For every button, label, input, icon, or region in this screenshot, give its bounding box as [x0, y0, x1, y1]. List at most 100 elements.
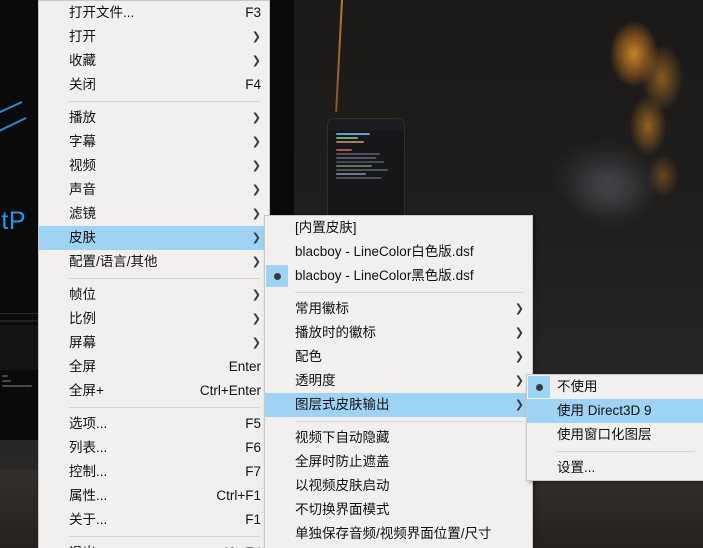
menu-item-不使用[interactable]: 不使用 — [527, 375, 703, 399]
menu-item-皮肤[interactable]: 皮肤 ❯ — [39, 226, 269, 250]
menu-item-gutter — [265, 426, 295, 450]
menu-item-label: 不切换界面模式 — [295, 502, 390, 517]
menu-item-gutter — [39, 154, 69, 178]
menu-item-label: 全屏时防止遮盖 — [295, 454, 390, 469]
menu-item-gutter — [39, 130, 69, 154]
menu-item-label: 打开 — [69, 29, 96, 44]
menu-separator — [295, 292, 523, 293]
code-line — [336, 177, 382, 179]
menu-item-全屏[interactable]: 全屏+ Ctrl+Enter — [39, 379, 269, 403]
code-line — [336, 141, 364, 143]
menu-item-单独保存音频-视频界面位置-尺寸[interactable]: 单独保存音频/视频界面位置/尺寸 — [265, 522, 532, 546]
menu-item-收藏[interactable]: 收藏 ❯ — [39, 49, 269, 73]
radio-selected-icon — [528, 376, 550, 398]
menu-item-gutter — [39, 178, 69, 202]
menu-item-内置皮肤[interactable]: [内置皮肤] — [265, 216, 532, 240]
menu-item-gutter — [39, 49, 69, 73]
menu-item-label: 帧位 — [69, 287, 96, 302]
menu-item-视频[interactable]: 视频 ❯ — [39, 154, 269, 178]
skin-submenu[interactable]: [内置皮肤] blacboy - LineColor白色版.dsf blacboy … — [264, 215, 533, 548]
code-line — [336, 133, 370, 135]
main-context-menu[interactable]: 打开文件... F3 打开 ❯ 收藏 ❯ 关闭 F4 播放 ❯ 字幕 ❯ 视频 ❯ 声音 ❯ 滤镜 ❯ 皮肤 ❯ 配置/… — [38, 0, 270, 548]
menu-item-label: 单独保存音频/视频界面位置/尺寸 — [295, 526, 492, 541]
menu-item-播放时的徽标[interactable]: 播放时的徽标 ❯ — [265, 321, 532, 345]
menu-item-配置-语言-其他[interactable]: 配置/语言/其他 ❯ — [39, 250, 269, 274]
chevron-right-icon: ❯ — [251, 312, 261, 325]
menu-item-选项[interactable]: 选项... F5 — [39, 412, 269, 436]
menu-item-以视频皮肤启动[interactable]: 以视频皮肤启动 — [265, 474, 532, 498]
menu-item-blacboy-linecolor黑色版-dsf[interactable]: blacboy - LineColor黑色版.dsf — [265, 264, 532, 288]
menu-item-不切换界面模式[interactable]: 不切换界面模式 — [265, 498, 532, 522]
chevron-right-icon: ❯ — [251, 159, 261, 172]
menu-item-gutter — [527, 423, 557, 447]
menu-item-label: [内置皮肤] — [295, 220, 357, 235]
menu-item-blacboy-linecolor白色版-dsf[interactable]: blacboy - LineColor白色版.dsf — [265, 240, 532, 264]
menu-item-shortcut: Enter — [228, 359, 261, 374]
chevron-right-icon: ❯ — [251, 288, 261, 301]
menu-item-打开[interactable]: 打开 ❯ — [39, 25, 269, 49]
menu-item-使用窗口化图层[interactable]: 使用窗口化图层 — [527, 423, 703, 447]
radio-dot — [535, 383, 543, 391]
menu-item-控制[interactable]: 控制... F7 — [39, 460, 269, 484]
menu-item-label: 控制... — [69, 464, 108, 479]
menu-item-gutter — [265, 297, 295, 321]
menu-item-gutter — [527, 456, 557, 480]
menu-item-label: 全屏 — [69, 359, 96, 374]
menu-separator — [69, 101, 260, 102]
menu-item-gutter — [265, 474, 295, 498]
menu-item-声音[interactable]: 声音 ❯ — [39, 178, 269, 202]
menu-item-全屏时防止遮盖[interactable]: 全屏时防止遮盖 — [265, 450, 532, 474]
menu-item-属性[interactable]: 属性... Ctrl+F1 — [39, 484, 269, 508]
menu-item-使用-direct3d-9[interactable]: 使用 Direct3D 9 — [527, 399, 703, 423]
menu-item-label: 比例 — [69, 311, 96, 326]
menu-item-shortcut: F3 — [245, 5, 261, 20]
code-line — [336, 161, 384, 163]
code-line — [336, 157, 376, 159]
menu-item-label: 打开文件... — [69, 5, 135, 20]
menu-item-屏幕[interactable]: 屏幕 ❯ — [39, 331, 269, 355]
menu-separator — [69, 536, 260, 537]
menu-item-label: 滤镜 — [69, 206, 96, 221]
chevron-right-icon: ❯ — [251, 30, 261, 43]
menu-item-列表[interactable]: 列表... F6 — [39, 436, 269, 460]
menu-item-退出[interactable]: 退出Alt+F4 — [39, 541, 269, 548]
menu-item-关闭[interactable]: 关闭 F4 — [39, 73, 269, 97]
menu-item-shortcut: F5 — [245, 416, 261, 431]
chevron-right-icon: ❯ — [514, 326, 524, 339]
menu-item-shortcut: F1 — [245, 512, 261, 527]
menu-item-gutter — [265, 264, 295, 288]
menu-item-滤镜[interactable]: 滤镜 ❯ — [39, 202, 269, 226]
menu-item-gutter — [39, 307, 69, 331]
menu-item-配色[interactable]: 配色 ❯ — [265, 345, 532, 369]
menu-item-播放[interactable]: 播放 ❯ — [39, 106, 269, 130]
menu-item-字幕[interactable]: 字幕 ❯ — [39, 130, 269, 154]
code-line — [336, 165, 372, 167]
menu-item-全屏[interactable]: 全屏 Enter — [39, 355, 269, 379]
chevron-right-icon: ❯ — [251, 255, 261, 268]
screen-root: otP 打开文件...F3打开❯收藏❯关闭F4播放❯字幕❯视频❯声音❯滤镜❯皮肤… — [0, 0, 703, 548]
player-track-meta — [0, 372, 38, 404]
menu-item-关于[interactable]: 关于... F1 — [39, 508, 269, 532]
menu-item-label: 播放 — [69, 110, 96, 125]
menu-item-shortcut: F7 — [245, 464, 261, 479]
layered-skin-output-submenu[interactable]: 不使用 使用 Direct3D 9 使用窗口化图层 设置... — [526, 374, 703, 481]
menu-item-透明度[interactable]: 透明度 ❯ — [265, 369, 532, 393]
meta-line — [2, 380, 11, 382]
menu-item-打开文件[interactable]: 打开文件... F3 — [39, 1, 269, 25]
menu-item-帧位[interactable]: 帧位 ❯ — [39, 283, 269, 307]
menu-item-label: blacboy - LineColor白色版.dsf — [295, 244, 474, 259]
menu-separator — [295, 421, 523, 422]
menu-item-gutter — [39, 460, 69, 484]
menu-item-shortcut: F6 — [245, 440, 261, 455]
menu-item-label: 视频 — [69, 158, 96, 173]
menu-item-比例[interactable]: 比例 ❯ — [39, 307, 269, 331]
meta-line — [2, 385, 32, 387]
menu-item-设置[interactable]: 设置... — [527, 456, 703, 480]
chevron-right-icon: ❯ — [251, 135, 261, 148]
menu-item-label: blacboy - LineColor黑色版.dsf — [295, 268, 474, 283]
menu-item-常用徽标[interactable]: 常用徽标 ❯ — [265, 297, 532, 321]
chevron-right-icon: ❯ — [251, 336, 261, 349]
menu-item-视频下自动隐藏[interactable]: 视频下自动隐藏 — [265, 426, 532, 450]
menu-item-label: 退出 — [69, 541, 196, 548]
menu-item-图层式皮肤输出[interactable]: 图层式皮肤输出 ❯ — [265, 393, 532, 417]
